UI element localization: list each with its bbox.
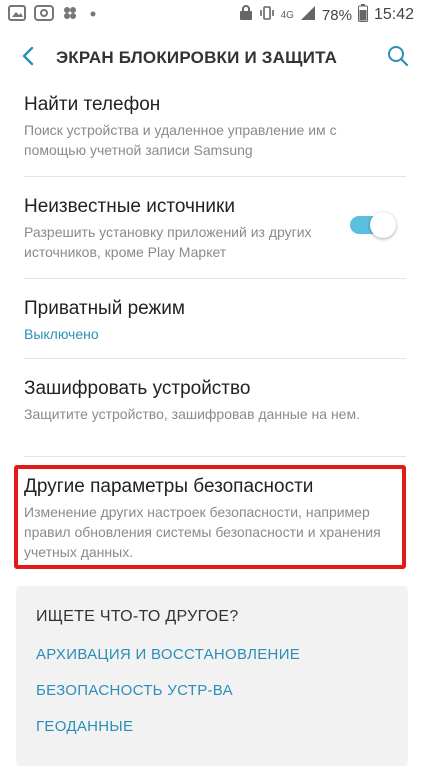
network-type-label: 4G xyxy=(280,9,294,21)
setting-status: Выключено xyxy=(24,326,99,342)
signal-icon xyxy=(300,5,316,25)
setting-title: Зашифровать устройство xyxy=(24,378,251,399)
clock: 15:42 xyxy=(373,6,414,23)
setting-find-phone[interactable]: Найти телефон Поиск устройства и удаленн… xyxy=(0,92,424,160)
divider xyxy=(24,176,406,177)
lock-status-icon xyxy=(239,5,253,25)
divider xyxy=(24,278,406,279)
setting-title: Неизвестные источники xyxy=(24,196,235,217)
app-notification-icon xyxy=(62,5,78,25)
more-notifications-icon xyxy=(86,5,100,25)
search-button[interactable] xyxy=(372,30,424,86)
setting-subtitle: Защитите устройство, зашифровав данные н… xyxy=(24,406,360,422)
setting-title: Найти телефон xyxy=(24,94,161,115)
link-backup-restore[interactable]: АРХИВАЦИЯ И ВОССТАНОВЛЕНИЕ xyxy=(36,646,300,663)
setting-private-mode[interactable]: Приватный режим Выключено xyxy=(0,296,424,344)
setting-title: Приватный режим xyxy=(24,298,185,319)
setting-subtitle: Разрешить установку приложений из других… xyxy=(24,224,312,260)
setting-subtitle: Поиск устройства и удаленное управление … xyxy=(24,122,337,158)
chevron-left-icon xyxy=(21,46,35,71)
back-button[interactable] xyxy=(0,30,56,86)
image-notification-icon xyxy=(8,5,26,25)
notification-icons xyxy=(0,5,100,25)
vibrate-icon xyxy=(259,5,275,25)
suggestions-card: ИЩЕТЕ ЧТО-ТО ДРУГОЕ? АРХИВАЦИЯ И ВОССТАН… xyxy=(16,586,408,766)
battery-percent: 78% xyxy=(321,6,352,24)
message-notification-icon xyxy=(34,5,54,25)
app-bar: ЭКРАН БЛОКИРОВКИ И ЗАЩИТА xyxy=(0,30,424,86)
toggle-knob xyxy=(370,212,396,238)
divider xyxy=(24,456,406,457)
battery-icon xyxy=(357,4,368,26)
status-bar: 4G 78% 15:42 xyxy=(0,0,424,30)
link-device-security[interactable]: БЕЗОПАСНОСТЬ УСТР-ВА xyxy=(36,682,233,699)
highlight-box xyxy=(14,465,406,569)
unknown-sources-toggle[interactable] xyxy=(350,212,396,238)
link-location[interactable]: ГЕОДАННЫЕ xyxy=(36,718,133,735)
divider xyxy=(24,358,406,359)
page-title: ЭКРАН БЛОКИРОВКИ И ЗАЩИТА xyxy=(56,48,338,67)
search-icon xyxy=(386,44,410,73)
suggestions-title: ИЩЕТЕ ЧТО-ТО ДРУГОЕ? xyxy=(36,608,239,625)
setting-encrypt-device[interactable]: Зашифровать устройство Защитите устройст… xyxy=(0,376,424,424)
